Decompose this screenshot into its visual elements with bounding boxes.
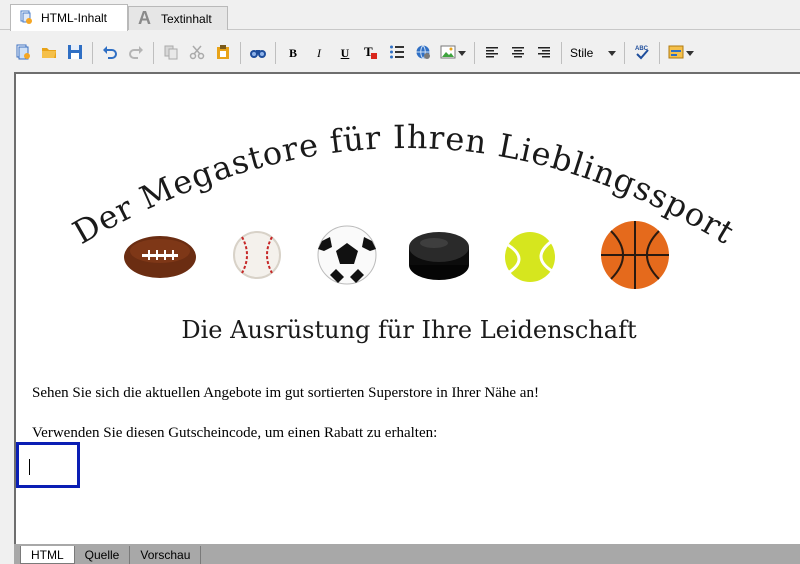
spellcheck-icon: ABC (634, 44, 650, 63)
tab-html-content[interactable]: HTML-Inhalt (10, 4, 128, 31)
toolbar-separator (659, 42, 660, 64)
clipboard-icon (215, 44, 231, 63)
html-editor-canvas[interactable]: Der Megastore für Ihren Lieblingssport D… (14, 72, 800, 546)
paste-button[interactable] (212, 42, 234, 64)
undo-icon (102, 44, 118, 63)
tab-preview[interactable]: Vorschau (130, 546, 202, 564)
chevron-down-icon (686, 50, 694, 56)
content-tab-bar: HTML-Inhalt A Textinhalt (0, 0, 800, 31)
editor-toolbar: B I U T Stile ABC (10, 36, 800, 70)
tab-source[interactable]: Quelle (75, 546, 131, 564)
toolbar-separator (240, 42, 241, 64)
svg-text:A: A (138, 8, 151, 26)
editor-mode-tabs: HTML Quelle Vorschau (14, 544, 800, 564)
align-right-button[interactable] (533, 42, 555, 64)
find-button[interactable] (247, 42, 269, 64)
new-document-icon (15, 44, 31, 63)
underline-button[interactable]: U (334, 42, 356, 64)
text-color-button[interactable]: T (360, 42, 382, 64)
redo-button[interactable] (125, 42, 147, 64)
html-content-icon (19, 10, 33, 27)
soccer-ball-icon (317, 225, 377, 285)
tab-text-content[interactable]: A Textinhalt (128, 6, 228, 30)
align-center-icon (511, 45, 525, 62)
chevron-down-icon (458, 50, 466, 56)
tab-source-label: Quelle (84, 548, 120, 562)
coupon-code-field[interactable] (16, 442, 80, 488)
tab-text-content-label: Textinhalt (161, 11, 212, 26)
bold-label: B (288, 45, 297, 60)
undo-button[interactable] (99, 42, 121, 64)
hockey-puck-icon (409, 232, 469, 280)
floppy-disk-icon (67, 44, 83, 63)
toolbar-separator (153, 42, 154, 64)
folder-open-icon (41, 44, 57, 63)
html-editor-window: HTML-Inhalt A Textinhalt B I U T Stile A… (0, 0, 800, 564)
new-document-button[interactable] (12, 42, 34, 64)
american-football-icon (124, 236, 196, 278)
binoculars-icon (249, 44, 267, 63)
align-left-icon (485, 45, 499, 62)
copy-button[interactable] (160, 42, 182, 64)
globe-link-icon (415, 44, 431, 63)
bold-button[interactable]: B (282, 42, 304, 64)
offer-paragraph: Sehen Sie sich die aktuellen Angebote im… (32, 385, 539, 401)
toolbar-separator (474, 42, 475, 64)
redo-icon (128, 44, 144, 63)
insert-image-dropdown[interactable] (438, 42, 468, 64)
italic-label: I (317, 45, 321, 60)
text-color-icon: T (363, 44, 379, 63)
coupon-paragraph: Verwenden Sie diesen Gutscheincode, um e… (32, 425, 438, 441)
toolbar-separator (92, 42, 93, 64)
basketball-icon (601, 221, 669, 289)
text-content-icon: A (137, 8, 153, 29)
tennis-ball-icon (505, 232, 555, 282)
bullet-list-button[interactable] (386, 42, 408, 64)
italic-button[interactable]: I (308, 42, 330, 64)
toolbar-separator (561, 42, 562, 64)
tab-html-label: HTML (31, 547, 64, 562)
sports-balls-image (124, 221, 669, 289)
image-icon (440, 44, 456, 63)
toolbar-separator (275, 42, 276, 64)
copy-icon (163, 44, 179, 63)
tab-preview-label: Vorschau (140, 548, 191, 562)
style-dropdown[interactable]: Stile (566, 42, 620, 64)
cut-button[interactable] (186, 42, 208, 64)
tab-html[interactable]: HTML (20, 546, 75, 564)
scissors-icon (189, 44, 205, 63)
chevron-down-icon (608, 50, 616, 56)
align-left-button[interactable] (481, 42, 503, 64)
align-center-button[interactable] (507, 42, 529, 64)
insert-link-button[interactable] (412, 42, 434, 64)
align-right-icon (537, 45, 551, 62)
open-button[interactable] (38, 42, 60, 64)
field-insert-icon (668, 44, 684, 63)
toolbar-separator (624, 42, 625, 64)
personalization-dropdown[interactable] (666, 42, 696, 64)
style-dropdown-label: Stile (570, 46, 594, 60)
tab-html-content-label: HTML-Inhalt (41, 11, 108, 25)
spellcheck-button[interactable]: ABC (631, 42, 653, 64)
text-cursor (29, 459, 30, 475)
bullet-list-icon (389, 44, 405, 63)
subtitle-heading: Die Ausrüstung für Ihre Leidenschaft (181, 316, 637, 344)
save-button[interactable] (64, 42, 86, 64)
underline-label: U (340, 45, 350, 60)
baseball-icon (233, 231, 281, 279)
